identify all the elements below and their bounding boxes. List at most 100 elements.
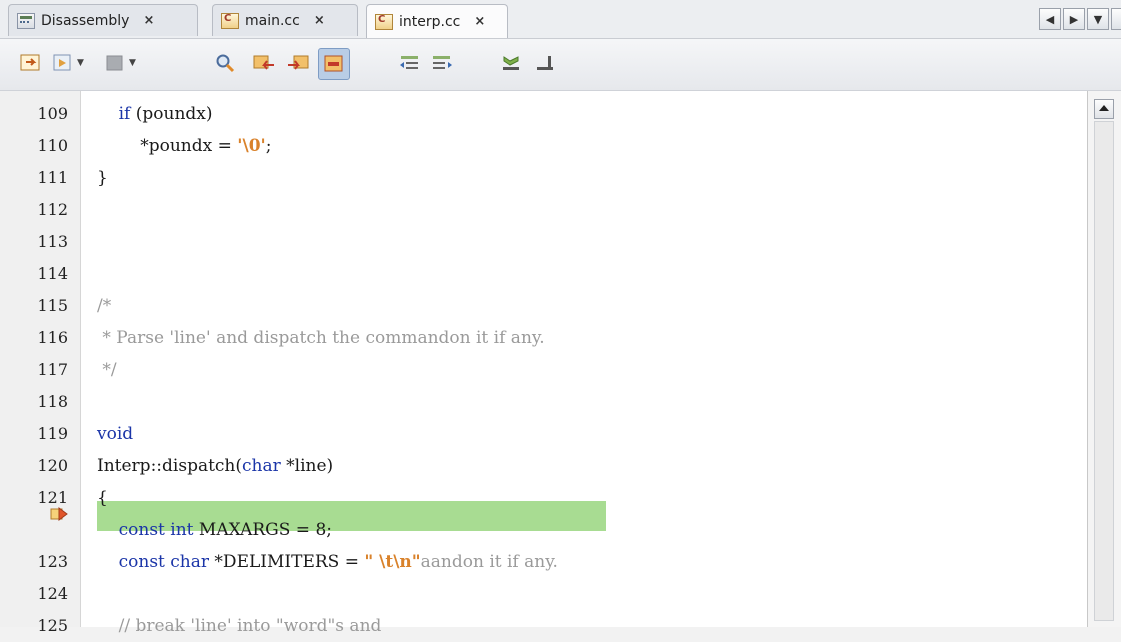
previous-bookmark-button[interactable] [252, 51, 276, 75]
code-token: if [118, 104, 131, 124]
back-icon [20, 54, 40, 71]
stop-button[interactable]: ▼ [104, 51, 136, 75]
line-number: 115 [37, 296, 68, 315]
code-token: * Parse 'line' and dispatch the commando… [97, 328, 545, 348]
comment-button[interactable] [534, 51, 558, 75]
code-line[interactable]: { [97, 482, 1097, 514]
shift-right-button[interactable] [430, 51, 454, 75]
code-token: *poundx = [97, 136, 238, 156]
editor-tab-strip: Disassembly × main.cc × interp.cc × ◀ ▶ … [0, 0, 1121, 39]
run-icon [53, 54, 71, 71]
scroll-up-icon[interactable] [1094, 99, 1114, 119]
line-number: 117 [37, 360, 68, 379]
code-line[interactable] [97, 578, 1097, 610]
tab-label: interp.cc [399, 13, 461, 30]
code-token: Interp::dispatch( [97, 456, 243, 476]
tab-label: Disassembly [41, 12, 130, 29]
tab-label: main.cc [245, 12, 300, 29]
line-number: 114 [37, 264, 68, 283]
code-line[interactable]: } [97, 162, 1097, 194]
code-token: /* [97, 296, 112, 316]
line-number: 125 [37, 616, 68, 635]
back-button[interactable] [20, 51, 42, 75]
line-number: 118 [37, 392, 68, 411]
close-icon[interactable]: × [474, 14, 485, 29]
code-token: char [242, 456, 281, 476]
comment-icon [537, 56, 553, 70]
code-line[interactable]: Interp::dispatch(char *line) [97, 450, 1097, 482]
tab-main-cc[interactable]: main.cc × [212, 4, 358, 36]
code-line[interactable]: const char *DELIMITERS = " \t\n"aandon i… [97, 546, 1097, 578]
tab-interp-cc[interactable]: interp.cc × [366, 4, 508, 38]
code-token: ; [265, 136, 272, 156]
code-token: } [97, 168, 108, 188]
code-token: void [97, 424, 134, 444]
prev-bookmark-icon [253, 55, 274, 70]
scrollbar-track[interactable] [1094, 121, 1114, 621]
disassembly-icon [17, 12, 35, 29]
line-number: 110 [37, 136, 68, 155]
tab-navigation: ◀ ▶ ▼ [1039, 8, 1121, 30]
code-line[interactable] [97, 258, 1097, 290]
code-line[interactable]: if (poundx) [97, 98, 1097, 130]
scroll-tabs-left-icon[interactable]: ◀ [1039, 8, 1061, 30]
close-icon[interactable]: × [143, 13, 154, 28]
code-line[interactable]: *poundx = '\0'; [97, 130, 1097, 162]
code-editor[interactable]: 109 110 111 112 113 114 115 116 117 118 … [0, 91, 1121, 636]
code-line[interactable]: * Parse 'line' and dispatch the commando… [97, 322, 1097, 354]
scroll-tabs-right-icon[interactable]: ▶ [1063, 8, 1085, 30]
tab-disassembly[interactable]: Disassembly × [8, 4, 198, 36]
editor-toolbar: ▼ ▼ [0, 39, 1121, 91]
tab-list-dropdown-icon[interactable]: ▼ [1087, 8, 1109, 30]
code-line[interactable]: void [97, 418, 1097, 450]
code-token: (poundx) [130, 104, 213, 124]
code-line[interactable]: */ [97, 354, 1097, 386]
close-icon[interactable]: × [314, 13, 325, 28]
cc-file-icon [375, 13, 393, 30]
code-token: *DELIMITERS = [209, 552, 365, 572]
code-line[interactable]: // break 'line' into "word"s and [97, 610, 1097, 642]
toggle-bookmark-button[interactable] [318, 48, 350, 80]
code-line[interactable]: /* [97, 290, 1097, 322]
stop-icon [106, 55, 123, 71]
chevron-down-icon[interactable]: ▼ [129, 58, 136, 68]
line-number: 111 [37, 168, 68, 187]
code-token: const char [118, 552, 210, 572]
code-token: // break 'line' into "word"s and [97, 616, 382, 636]
line-number: 120 [37, 456, 68, 475]
line-number-gutter[interactable]: 109 110 111 112 113 114 115 116 117 118 … [0, 91, 81, 635]
shift-left-button[interactable] [398, 51, 422, 75]
vertical-scrollbar[interactable] [1087, 91, 1121, 627]
line-number: 116 [37, 328, 68, 347]
code-text-area[interactable]: if (poundx) *poundx = '\0';} /* * Parse '… [81, 91, 1087, 636]
find-button[interactable] [214, 51, 236, 75]
run-button[interactable]: ▼ [52, 51, 84, 75]
code-token: aandon it if any. [420, 552, 558, 572]
line-number: 112 [37, 200, 68, 219]
line-number: 123 [37, 552, 68, 571]
line-number: 109 [37, 104, 68, 123]
shift-right-icon [433, 56, 452, 69]
code-token: */ [97, 360, 117, 380]
macro-button[interactable] [500, 51, 524, 75]
code-token: const int [118, 520, 194, 540]
line-number: 119 [37, 424, 68, 443]
next-bookmark-icon [288, 55, 309, 70]
line-number: 113 [37, 232, 68, 251]
shift-left-icon [400, 56, 418, 69]
code-token: *line) [280, 456, 334, 476]
maximize-icon[interactable] [1111, 8, 1121, 30]
next-bookmark-button[interactable] [286, 51, 310, 75]
code-line[interactable] [97, 194, 1097, 226]
macro-icon [503, 56, 519, 70]
line-number: 124 [37, 584, 68, 603]
code-line[interactable] [97, 226, 1097, 258]
code-token: MAXARGS = 8; [193, 520, 332, 540]
chevron-down-icon[interactable]: ▼ [77, 58, 84, 68]
code-line[interactable] [97, 386, 1097, 418]
cc-file-icon [221, 12, 239, 29]
code-token: " \t\n" [364, 552, 421, 572]
current-code-line[interactable]: const int MAXARGS = 8; [97, 514, 1097, 546]
